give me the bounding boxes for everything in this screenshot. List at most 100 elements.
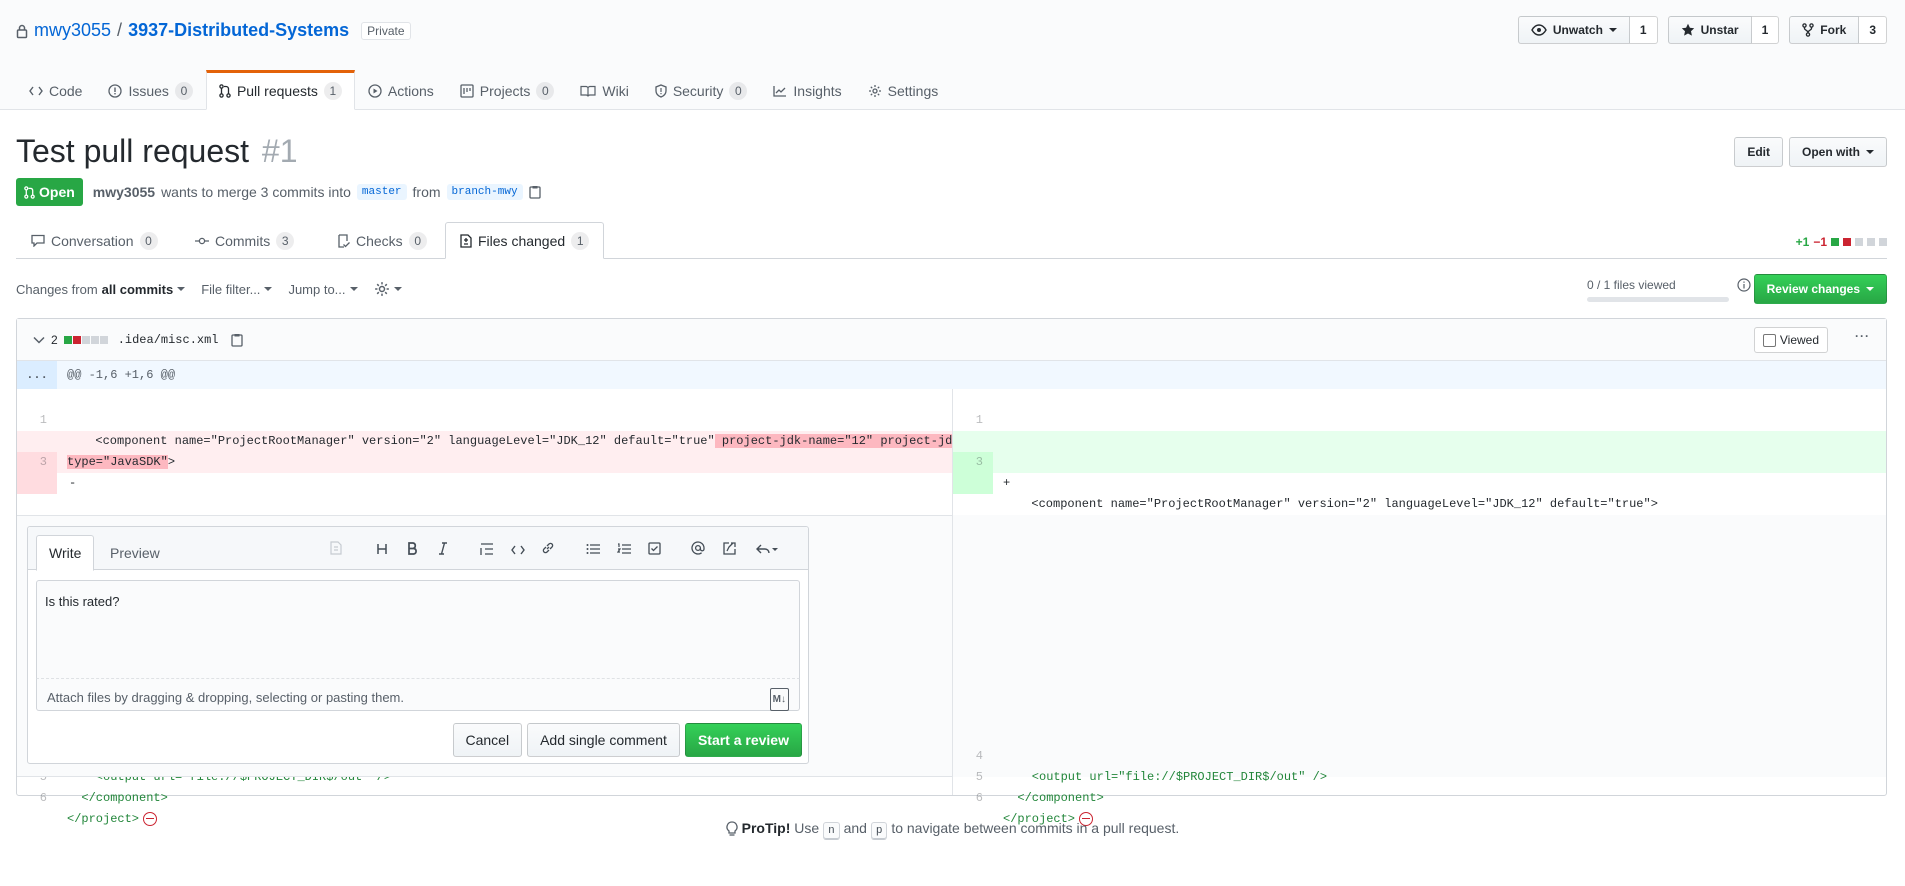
project-icon xyxy=(460,84,474,98)
repo-name-link[interactable]: 3937-Distributed-Systems xyxy=(128,20,349,41)
nav-wiki[interactable]: Wiki xyxy=(567,70,641,110)
comment-textarea[interactable]: Is this rated? xyxy=(36,580,800,679)
open-with-button[interactable]: Open with xyxy=(1789,137,1887,167)
nav-issues-label: Issues xyxy=(128,83,169,99)
heading-icon[interactable] xyxy=(372,540,392,561)
file-filter-dropdown[interactable]: File filter... xyxy=(201,282,273,297)
nav-code[interactable]: Code xyxy=(16,70,95,110)
reference-icon[interactable] xyxy=(720,540,740,561)
viewed-checkbox[interactable]: Viewed xyxy=(1753,327,1828,353)
file-diffstat-block-neutral xyxy=(81,335,90,344)
changes-from-dropdown[interactable]: Changes from all commits xyxy=(16,282,186,297)
tab-checks[interactable]: Checks 0 xyxy=(322,222,442,259)
chevron-down-icon[interactable] xyxy=(33,336,45,344)
preview-tab[interactable]: Preview xyxy=(98,535,172,571)
pr-meta: Open mwy3055 wants to merge 3 commits in… xyxy=(16,178,541,206)
files-viewed-progress: 0 / 1 files viewed xyxy=(1587,278,1729,302)
diff-line-deleted: 3 - <component name="ProjectRootManager"… xyxy=(17,431,967,494)
review-changes-button[interactable]: Review changes xyxy=(1753,274,1887,304)
diff-settings-dropdown[interactable] xyxy=(374,281,402,297)
file-path-link[interactable]: .idea/misc.xml xyxy=(118,333,219,347)
diffstat: +1 −1 xyxy=(1796,235,1887,249)
ordered-list-icon[interactable] xyxy=(614,540,634,561)
tab-conversation-label: Conversation xyxy=(51,232,134,249)
watchers-count[interactable]: 1 xyxy=(1629,16,1658,44)
tab-commits[interactable]: Commits 3 xyxy=(180,222,309,259)
tab-commits-count: 3 xyxy=(276,231,295,250)
repo-owner-link[interactable]: mwy3055 xyxy=(34,20,111,41)
mention-icon[interactable] xyxy=(688,540,708,561)
fork-group: Fork 3 xyxy=(1789,16,1887,44)
attach-files-text: Attach files by dragging & dropping, sel… xyxy=(47,690,404,705)
diff-right-side: 1 <?xml version="1.0" encoding="UTF-8"?>… xyxy=(952,389,1886,826)
kebab-horizontal-icon[interactable]: ··· xyxy=(1855,329,1870,343)
viewed-checkbox-box[interactable] xyxy=(1762,333,1776,347)
suggestion-icon[interactable] xyxy=(326,540,346,561)
nav-issues[interactable]: Issues 0 xyxy=(95,70,205,110)
info-icon[interactable] xyxy=(1737,278,1751,292)
files-viewed-bar xyxy=(1587,297,1729,302)
bold-icon[interactable] xyxy=(402,540,422,561)
diff-line: 4 <output url="file://$PROJECT_DIR$/out"… xyxy=(953,725,1886,784)
code-icon[interactable] xyxy=(508,540,528,561)
jump-to-dropdown[interactable]: Jump to... xyxy=(288,282,358,297)
inline-comment-area: Write Preview Is this rated? Attach file… xyxy=(17,515,952,777)
pr-title-text: Test pull request xyxy=(16,133,250,169)
base-branch[interactable]: master xyxy=(356,184,407,200)
file-diff: 2 .idea/misc.xml Viewed ··· ... @@ -1,6 … xyxy=(16,318,1887,826)
edit-button[interactable]: Edit xyxy=(1734,137,1783,167)
nav-projects-label: Projects xyxy=(479,83,531,99)
expand-hunk-button[interactable]: ... xyxy=(17,361,57,389)
clipboard-icon[interactable] xyxy=(230,333,243,347)
tab-files-changed[interactable]: Files changed 1 xyxy=(445,222,605,259)
unwatch-button[interactable]: Unwatch xyxy=(1517,16,1630,44)
tab-checks-count: 0 xyxy=(408,231,427,250)
file-diffstat-block-neutral xyxy=(99,335,108,344)
nav-settings[interactable]: Settings xyxy=(855,70,952,110)
nav-security[interactable]: Security 0 xyxy=(642,70,761,110)
clipboard-icon[interactable] xyxy=(528,185,541,199)
line-number[interactable]: 6 xyxy=(953,788,993,809)
task-list-icon[interactable] xyxy=(644,540,664,561)
head-branch[interactable]: branch-mwy xyxy=(446,184,523,200)
nav-insights[interactable]: Insights xyxy=(760,70,854,110)
diff-line: 2 <project version="4"> xyxy=(953,410,1886,469)
from-text: from xyxy=(412,184,441,200)
tab-checks-label: Checks xyxy=(356,232,403,249)
nav-actions-label: Actions xyxy=(387,83,434,99)
stargazers-count[interactable]: 1 xyxy=(1751,16,1780,44)
line-number[interactable]: 3 xyxy=(953,452,993,494)
nav-insights-label: Insights xyxy=(793,83,842,99)
unstar-button[interactable]: Unstar xyxy=(1667,16,1752,44)
quote-icon[interactable] xyxy=(477,540,497,561)
unordered-list-icon[interactable] xyxy=(583,540,603,561)
markdown-icon[interactable]: M↓ xyxy=(769,688,789,711)
key-n: n xyxy=(823,822,840,840)
diffstat-block-neutral xyxy=(1867,238,1875,246)
nav-projects[interactable]: Projects 0 xyxy=(447,70,568,110)
cancel-button[interactable]: Cancel xyxy=(452,723,523,757)
nav-actions[interactable]: Actions xyxy=(355,70,447,110)
reply-undo-icon[interactable] xyxy=(752,540,782,561)
line-number[interactable]: 6 xyxy=(17,788,57,809)
nav-pull-requests[interactable]: Pull requests 1 xyxy=(205,70,355,110)
add-single-comment-button[interactable]: Add single comment xyxy=(527,723,680,757)
private-label: Private xyxy=(361,21,411,40)
attach-files-hint[interactable]: Attach files by dragging & dropping, sel… xyxy=(36,679,800,711)
code-line: <component name="ProjectRootManager" ver… xyxy=(81,431,967,452)
fork-button[interactable]: Fork xyxy=(1789,16,1860,44)
forks-count[interactable]: 3 xyxy=(1859,16,1887,44)
tab-conversation[interactable]: Conversation 0 xyxy=(16,222,173,259)
link-icon[interactable] xyxy=(538,540,558,561)
diff-line: 1 <?xml version="1.0" encoding="UTF-8"?> xyxy=(953,389,1886,448)
issue-icon xyxy=(108,84,123,98)
diff-line: 1 <?xml version="1.0" encoding="UTF-8"?> xyxy=(17,389,952,448)
write-tab[interactable]: Write xyxy=(36,535,95,571)
italic-icon[interactable] xyxy=(433,540,453,561)
author-link[interactable]: mwy3055 xyxy=(93,184,155,200)
start-review-button[interactable]: Start a review xyxy=(684,723,802,757)
nav-code-label: Code xyxy=(49,83,83,99)
line-number[interactable]: 3 xyxy=(17,452,57,494)
file-header: 2 .idea/misc.xml Viewed ··· xyxy=(17,319,1886,361)
light-bulb-icon xyxy=(726,821,738,837)
